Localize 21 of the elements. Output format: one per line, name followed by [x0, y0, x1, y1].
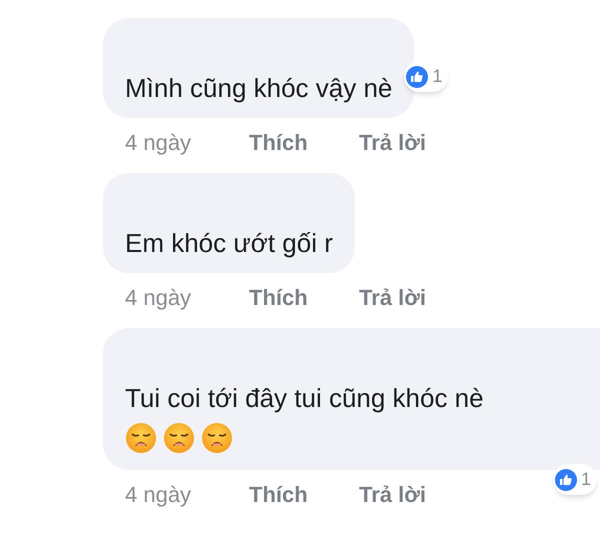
comment-text: Em khóc ướt gối r [125, 227, 333, 259]
comment-time: 4 ngày [125, 481, 192, 509]
like-link[interactable]: Thích [249, 478, 359, 511]
like-count-badge[interactable]: 1 [404, 61, 448, 92]
like-link[interactable]: Thích [249, 281, 359, 314]
weary-face-icon [163, 422, 195, 454]
comment-time: 4 ngày [125, 284, 192, 312]
comment-time: 4 ngày [125, 129, 192, 157]
like-count: 1 [581, 468, 592, 491]
thumbs-up-icon [406, 66, 428, 88]
comment-text: Mình cũng khóc vậy nè [125, 72, 392, 104]
like-link[interactable]: Thích [249, 126, 359, 159]
like-count-badge[interactable]: 1 [553, 464, 598, 495]
thumbs-up-icon [555, 468, 577, 490]
comment-text: Tui coi tới đây tui cũng khóc nè [125, 382, 485, 414]
reply-link[interactable]: Trả lời [359, 478, 426, 511]
weary-face-icon [125, 422, 157, 454]
weary-face-icon [201, 422, 233, 454]
reply-link[interactable]: Trả lời [359, 281, 426, 314]
reply-link[interactable]: Trả lời [359, 126, 426, 159]
like-count: 1 [432, 65, 442, 88]
